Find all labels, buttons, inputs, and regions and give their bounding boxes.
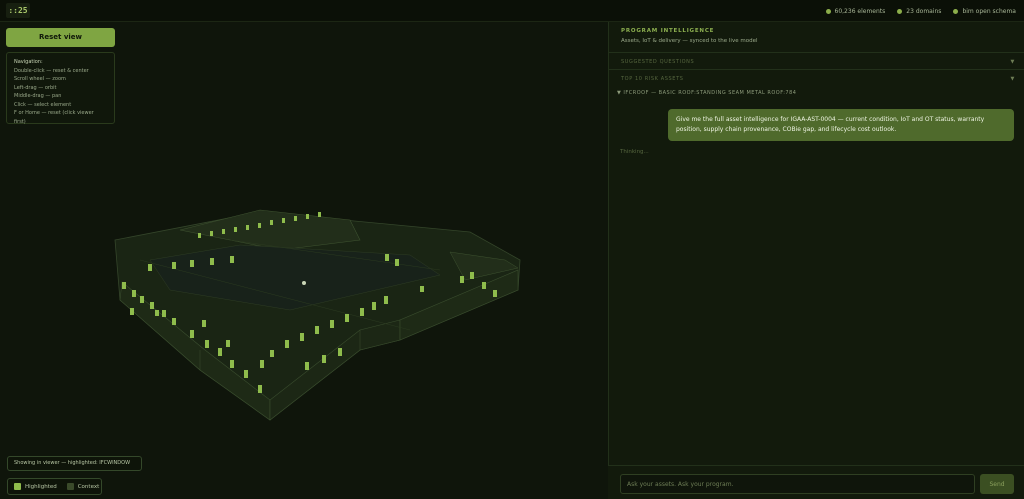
panel-header: PROGRAM INTELLIGENCE Assets, IoT & deliv…	[621, 28, 757, 44]
navigation-line: Double-click — reset & center	[14, 67, 89, 74]
status-dot-icon	[953, 8, 959, 14]
highlighted-swatch	[14, 483, 21, 490]
chevron-down-icon: ▼	[1010, 76, 1015, 82]
showing-status: Showing in viewer — highlighted: IFCWIND…	[7, 456, 142, 471]
stat-elements: 60,236 elements	[825, 7, 886, 15]
navigation-line: Middle-drag — pan	[14, 93, 62, 99]
send-button[interactable]: Send	[980, 474, 1014, 494]
legend-label: Context	[77, 483, 100, 490]
thinking-status: Thinking...	[620, 149, 649, 155]
navigation-line: Click — select element	[14, 101, 72, 108]
top-bar: ::25 60,236 elements 23 domains bim open…	[0, 0, 1024, 22]
accordion-top-risk-assets[interactable]: TOP 10 RISK ASSETS ▼	[609, 69, 1024, 87]
stat-label: 60,236 elements	[834, 7, 886, 15]
stat-domains: 23 domains	[897, 8, 941, 15]
ask-input[interactable]	[620, 474, 975, 494]
navigation-line: Left-drag — orbit	[14, 84, 57, 91]
legend-context[interactable]: Context	[66, 483, 100, 490]
accordion-label: TOP 10 RISK ASSETS	[621, 76, 684, 82]
status-dot-icon	[897, 8, 903, 14]
intelligence-panel: PROGRAM INTELLIGENCE Assets, IoT & deliv…	[608, 22, 1024, 499]
context-swatch	[66, 483, 74, 490]
navigation-line: Scroll wheel — zoom	[14, 76, 66, 82]
navigation-title: Navigation:	[14, 59, 43, 65]
panel-title: PROGRAM INTELLIGENCE	[621, 28, 715, 34]
stat-label: 23 domains	[906, 7, 942, 15]
user-message: Give me the full asset intelligence for …	[668, 109, 1014, 141]
accordion-suggested-questions[interactable]: SUGGESTED QUESTIONS ▼	[609, 52, 1024, 70]
stat-schema: bim open schema	[953, 8, 1016, 15]
status-dot-icon	[825, 8, 831, 14]
logo: ::25	[6, 3, 30, 18]
legend-label: Highlighted	[25, 483, 57, 490]
legend: Highlighted Context	[7, 478, 102, 495]
stat-label: bim open schema	[962, 7, 1016, 15]
navigation-line: F or Home — reset (click viewer first)	[14, 110, 94, 125]
legend-highlighted[interactable]: Highlighted	[14, 483, 57, 490]
accordion-label: SUGGESTED QUESTIONS	[621, 59, 695, 65]
panel-subtitle: Assets, IoT & delivery — synced to the l…	[621, 38, 758, 44]
building-model[interactable]	[110, 190, 530, 430]
reset-view-button[interactable]: Reset view	[6, 28, 115, 47]
selected-element-label[interactable]: ▼ IFCROOF — BASIC ROOF:STANDING SEAM MET…	[617, 90, 796, 96]
model-viewer[interactable]: Reset view Navigation: Double-click — re…	[0, 22, 608, 499]
navigation-help: Navigation: Double-click — reset & cente…	[6, 52, 115, 125]
stats-bar: 60,236 elements 23 domains bim open sche…	[825, 0, 1016, 22]
chat-input-bar: Send	[608, 465, 1024, 499]
